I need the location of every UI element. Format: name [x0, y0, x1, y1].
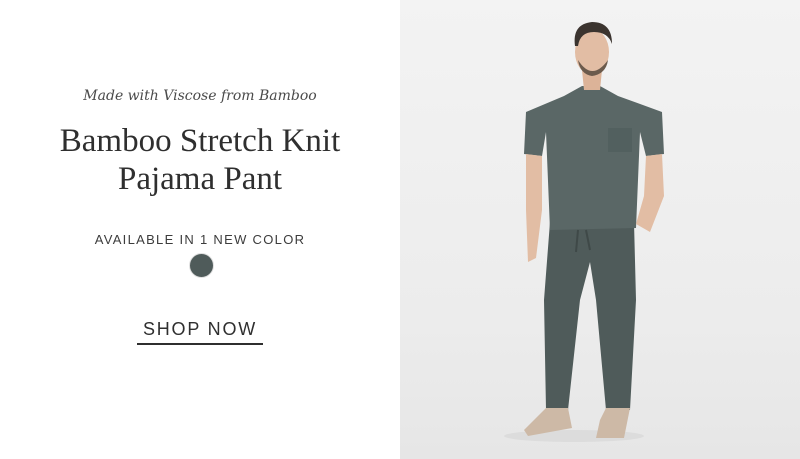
product-title-line2: Pajama Pant	[117, 161, 283, 197]
product-photo[interactable]	[400, 0, 800, 459]
product-title: Bamboo Stretch Knit Pajama Pant	[0, 122, 400, 198]
product-title-line1: Bamboo Stretch Knit	[59, 123, 341, 159]
material-tagline: Made with Viscose from Bamboo	[83, 88, 317, 104]
promo-panel: Made with Viscose from Bamboo Bamboo Str…	[0, 0, 400, 459]
availability-text: AVAILABLE IN 1 NEW COLOR	[94, 232, 306, 247]
color-swatch[interactable]	[189, 253, 214, 278]
shop-now-link[interactable]: SHOP NOW	[137, 319, 263, 345]
model-illustration	[504, 22, 664, 442]
